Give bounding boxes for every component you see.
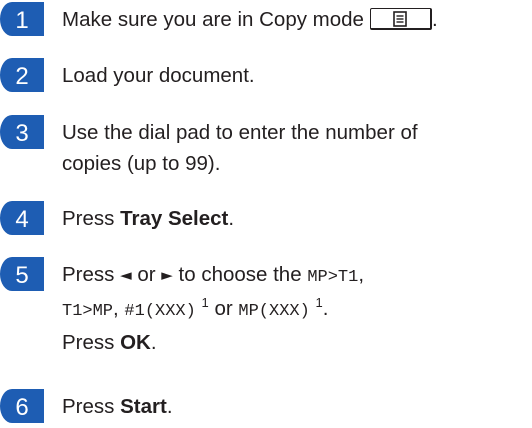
step-text-line-2: T1>MP, #1(XXX) 1 or MP(XXX) 1. — [62, 293, 364, 327]
start-key: Start — [120, 395, 167, 418]
step-text: Load your document. — [62, 64, 255, 87]
right-arrow-icon: ► — [161, 266, 173, 284]
press-label: Press — [62, 395, 121, 418]
sentence-end: . — [166, 395, 173, 418]
step-number-badge: 1 — [0, 2, 44, 36]
badge-shape: 6 — [0, 389, 44, 423]
press-label: Press — [62, 263, 121, 286]
badge-shape: 2 — [0, 58, 44, 92]
step-text-line-1: Use the dial pad to enter the number of — [62, 121, 418, 144]
step-text: Press ◄ or ► to choose the MP>T1, T1>MP,… — [62, 259, 364, 358]
option-mp-t1: MP>T1 — [307, 268, 359, 287]
step-text: Press Tray Select. — [62, 203, 234, 234]
step-number-badge: 6 — [0, 389, 44, 423]
step-text-line-1: Press ◄ or ► to choose the MP>T1, — [62, 259, 364, 293]
step-number: 5 — [15, 262, 28, 289]
step-number-badge: 5 — [0, 257, 44, 291]
option-t1-mp: T1>MP — [62, 302, 114, 321]
copy-mode-icon — [393, 11, 407, 27]
tray-select-key: Tray Select — [120, 207, 229, 230]
step-number: 1 — [15, 7, 28, 34]
step-number-badge: 2 — [0, 58, 44, 92]
step-text: Press Start. — [62, 391, 173, 422]
or-text: or — [208, 297, 239, 320]
step-number: 2 — [15, 63, 28, 90]
sentence-end: . — [431, 8, 438, 31]
copy-mode-key — [369, 8, 432, 30]
sentence-end: . — [150, 331, 157, 354]
instruction-text: Make sure you are in Copy mode — [62, 8, 364, 31]
sentence-end: . — [228, 207, 235, 230]
press-label: Press — [62, 207, 121, 230]
step-number: 6 — [15, 394, 28, 421]
ok-key: OK — [120, 331, 151, 354]
or-text: or — [131, 263, 162, 286]
choose-text: to choose the — [172, 263, 308, 286]
badge-shape: 1 — [0, 2, 44, 36]
step-text-line-3: Press OK. — [62, 327, 364, 358]
step-number-badge: 3 — [0, 115, 44, 149]
press-label: Press — [62, 331, 121, 354]
option-mp: MP(XXX) — [238, 302, 310, 321]
separator: , — [358, 263, 365, 286]
badge-shape: 3 — [0, 115, 44, 149]
step-number: 3 — [15, 120, 28, 147]
option-tray-1: #1(XXX) — [124, 302, 196, 321]
step-text-line-2: copies (up to 99). — [62, 152, 221, 175]
separator: , — [113, 297, 125, 320]
step-number: 4 — [15, 206, 28, 233]
footnote-ref: 1 — [315, 295, 323, 310]
badge-shape: 4 — [0, 201, 44, 235]
step-number-badge: 4 — [0, 201, 44, 235]
badge-shape: 5 — [0, 257, 44, 291]
footnote-ref: 1 — [201, 295, 209, 310]
sentence-end: . — [322, 297, 329, 320]
left-arrow-icon: ◄ — [120, 266, 132, 284]
step-text: Use the dial pad to enter the number of … — [62, 117, 418, 179]
step-text: Make sure you are in Copy mode. — [62, 4, 438, 35]
